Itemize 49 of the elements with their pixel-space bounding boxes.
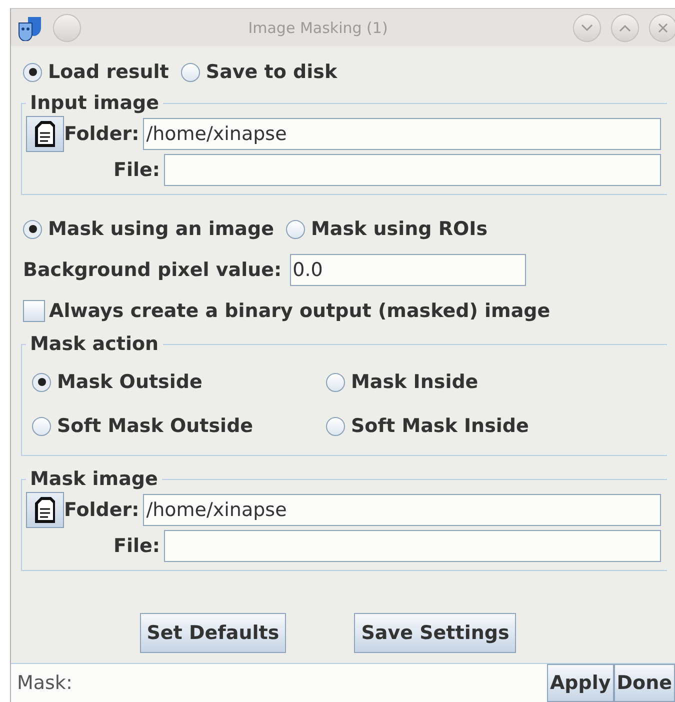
field-label: File: [112,535,161,557]
input-field[interactable]: /home/xinapse [143,494,661,526]
input-field[interactable]: 0.0 [290,254,526,286]
radio-button[interactable] [180,62,200,82]
action-button[interactable]: Save Settings [354,613,516,653]
chevron-up-icon [619,24,631,32]
field-label: File: [112,159,161,181]
status-button[interactable]: Apply [546,664,614,702]
menu-button[interactable] [53,14,81,42]
input-field[interactable] [164,530,661,562]
radio-option[interactable]: Mask Outside [32,371,326,393]
radio-option[interactable]: Mask using an image [23,218,274,240]
close-button[interactable] [649,14,675,42]
radio-button[interactable] [23,62,42,82]
status-button[interactable]: Done [614,664,675,702]
status-text: Mask: [11,664,547,702]
radio-button[interactable] [326,372,345,392]
input-field[interactable]: /home/xinapse [143,118,661,150]
group-title: Mask image [29,468,159,490]
radio-button[interactable] [32,416,51,436]
close-icon [658,22,668,32]
checkbox[interactable] [23,300,45,322]
radio-button[interactable] [286,220,305,238]
masks-icon [17,14,43,40]
field-label: Folder: [64,123,140,145]
input-field[interactable] [164,154,661,186]
maximize-button[interactable] [611,14,639,42]
minimize-button[interactable] [573,14,601,42]
field-label: Folder: [64,499,140,521]
radio-option[interactable]: Load result [23,61,169,83]
checkbox-option[interactable]: Always create a binary output (masked) image [23,300,550,322]
radio-option[interactable]: Mask using ROIs [286,218,488,240]
chevron-down-icon [581,24,593,32]
document-icon [33,495,57,525]
field-label: Background pixel value: [23,259,283,281]
group-title: Mask action [29,333,160,355]
document-icon [33,119,57,149]
browse-button[interactable] [26,116,64,152]
browse-button[interactable] [26,492,64,528]
radio-button[interactable] [23,220,42,238]
radio-option[interactable]: Soft Mask Inside [326,415,663,437]
group-title: Input image [29,92,160,114]
radio-option[interactable]: Mask Inside [326,371,663,393]
radio-button[interactable] [326,416,345,436]
window-title: Image Masking (1) [247,18,389,36]
radio-option[interactable]: Soft Mask Outside [32,415,326,437]
radio-option[interactable]: Save to disk [180,61,338,83]
action-button[interactable]: Set Defaults [140,613,286,653]
radio-button[interactable] [32,372,51,392]
